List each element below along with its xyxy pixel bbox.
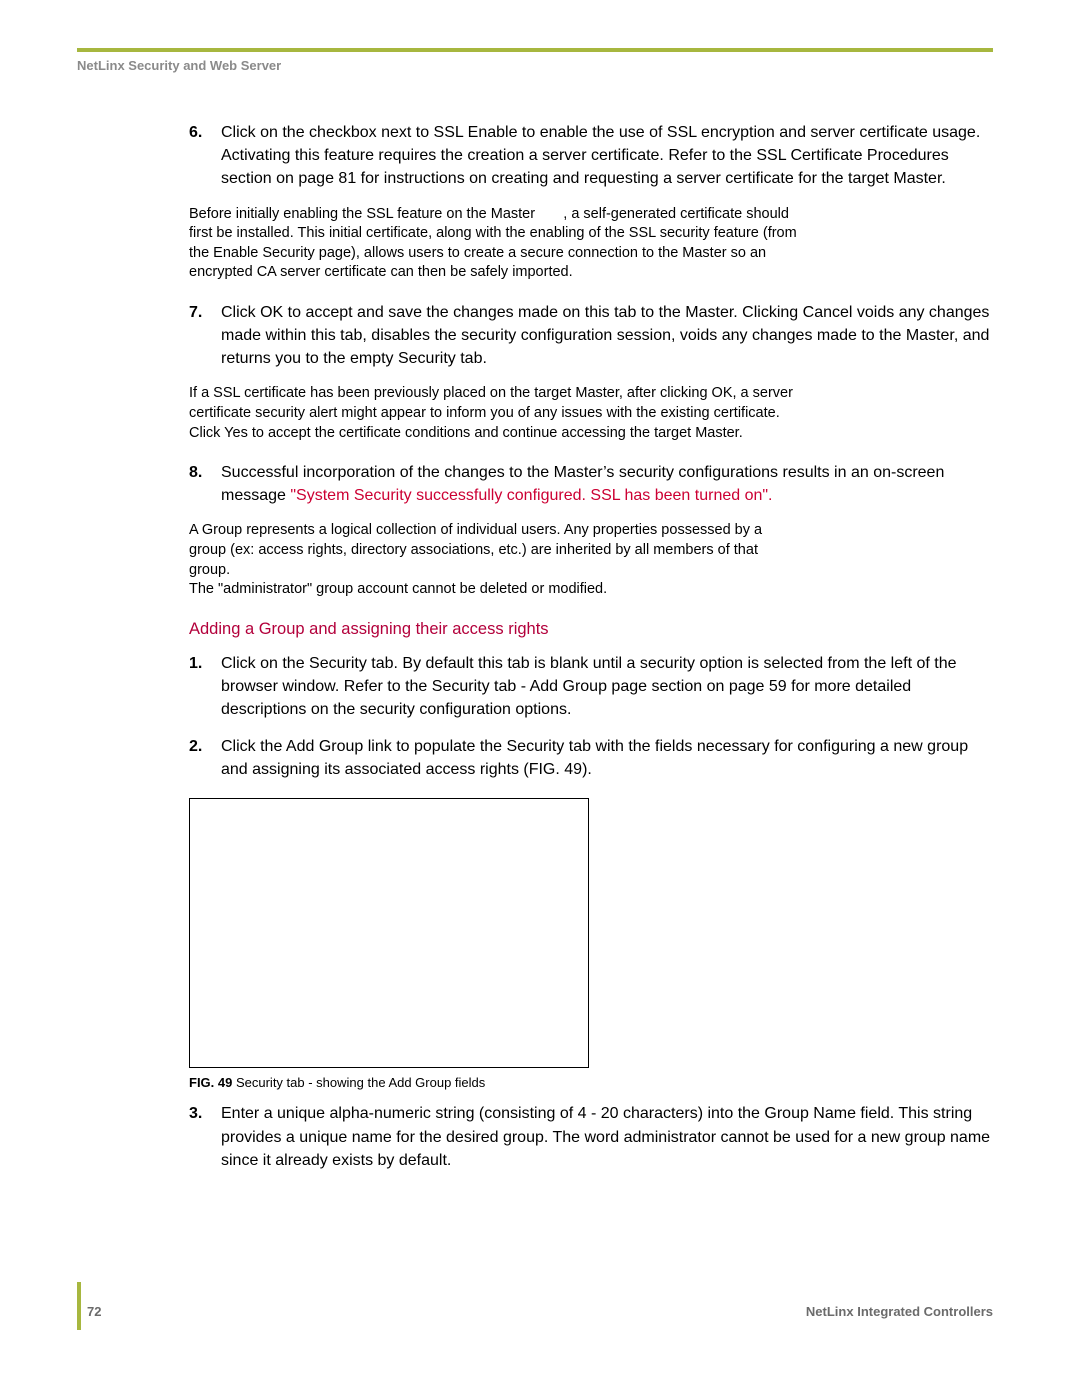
step-1: 1. Click on the Security tab. By default… (189, 652, 993, 722)
step-2: 2. Click the Add Group link to populate … (189, 735, 993, 781)
step-number: 3. (189, 1102, 202, 1125)
step-number: 2. (189, 735, 202, 758)
step-number: 6. (189, 121, 202, 144)
step-8: 8. Successful incorporation of the chang… (189, 461, 993, 507)
subsection-heading: Adding a Group and assigning their acces… (189, 618, 993, 642)
step-number: 8. (189, 461, 202, 484)
left-margin-rule (77, 1282, 81, 1330)
step-6: 6. Click on the checkbox next to SSL Ena… (189, 121, 993, 191)
step-7: 7. Click OK to accept and save the chang… (189, 301, 993, 371)
note-block: A Group represents a logical collection … (189, 521, 799, 599)
step-number: 1. (189, 652, 202, 675)
note-block: Before initially enabling the SSL featur… (189, 205, 799, 283)
page-footer: 72 NetLinx Integrated Controllers (87, 1290, 993, 1319)
figure-placeholder (189, 798, 589, 1068)
step-text: Click on the checkbox next to SSL Enable… (221, 124, 980, 187)
inline-system-message: "System Security successfully configured… (290, 487, 772, 504)
footer-title: NetLinx Integrated Controllers (806, 1304, 993, 1319)
page-number: 72 (87, 1304, 101, 1319)
figure-label: FIG. 49 (189, 1075, 232, 1090)
top-rule (77, 48, 993, 52)
note-block: If a SSL certificate has been previously… (189, 384, 799, 443)
body-content: 6. Click on the checkbox next to SSL Ena… (77, 73, 993, 1172)
section-header: NetLinx Security and Web Server (77, 58, 993, 73)
step-text: Enter a unique alpha-numeric string (con… (221, 1105, 990, 1168)
step-text: Click the Add Group link to populate the… (221, 738, 968, 778)
figure-caption-text: Security tab - showing the Add Group fie… (232, 1075, 485, 1090)
step-number: 7. (189, 301, 202, 324)
step-text: Click on the Security tab. By default th… (221, 655, 956, 718)
step-text: Click OK to accept and save the changes … (221, 304, 989, 367)
step-3: 3. Enter a unique alpha-numeric string (… (189, 1102, 993, 1172)
figure-caption: FIG. 49 Security tab - showing the Add G… (189, 1074, 993, 1093)
